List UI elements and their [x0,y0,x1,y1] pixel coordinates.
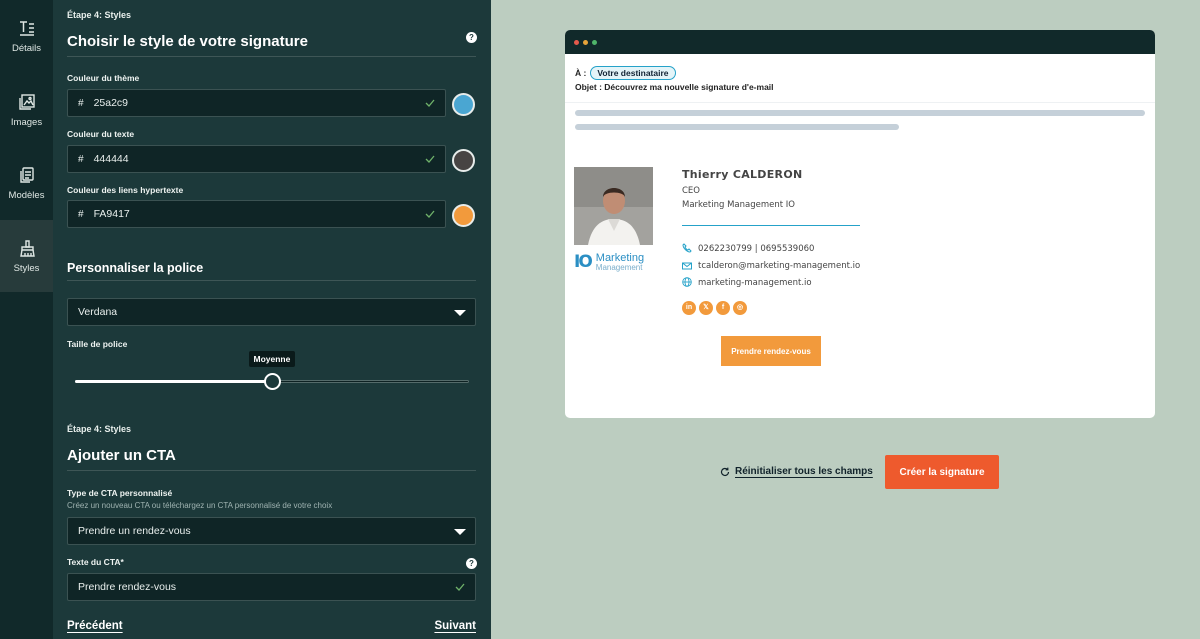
next-link[interactable]: Suivant [434,620,476,632]
link-color-value: FA9417 [93,208,130,220]
cta-text-input[interactable]: Prendre rendez-vous [67,573,476,601]
font-size-label: Taille de police [67,339,128,349]
rail-item-label: Détails [11,42,42,54]
cta-text-value: Prendre rendez-vous [78,581,177,593]
logo-line: Marketing [595,251,645,264]
text-color-value: 444444 [93,153,129,165]
globe-icon [682,277,692,287]
theme-color-swatch[interactable] [452,93,475,116]
linkedin-icon[interactable]: in [682,301,696,315]
placeholder-text-line [575,124,899,130]
rail-item-styles[interactable]: Styles [0,220,53,292]
font-family-value: Verdana [78,306,118,318]
cta-type-label: Type de CTA personnalisé [67,488,173,498]
signature-email[interactable]: tcalderon@marketing-management.io [698,261,860,271]
recipient-row: À : Votre destinataire [575,66,676,80]
form-panel: Étape 4: Styles Choisir le style de votr… [53,0,491,639]
step-label: Étape 4: Styles [67,424,132,434]
font-size-tooltip: Moyenne [248,351,296,367]
reset-fields-label: Réinitialiser tous les champs [735,466,873,477]
logo-line: Management [595,262,643,272]
signature-phones: 0262230799 | 0695539060 [698,244,815,254]
rail-item-models[interactable]: Modèles [0,147,53,219]
previous-link[interactable]: Précédent [67,620,123,632]
theme-color-input[interactable]: # 25a2c9 [67,89,446,117]
placeholder-text-line [575,110,1145,116]
recipient-chip: Votre destinataire [590,66,676,80]
step-label: Étape 4: Styles [67,10,132,20]
text-icon [19,20,34,36]
font-size-slider-fill [75,380,272,383]
phone-icon [682,243,692,253]
logo-mark: IO [574,252,593,272]
help-icon[interactable]: ? [466,558,477,569]
cta-type-select[interactable]: Prendre un rendez-vous [67,517,476,545]
divider [565,102,1155,103]
font-size-slider-handle[interactable] [264,373,281,390]
cta-type-value: Prendre un rendez-vous [78,525,191,537]
company-logo: IO Marketing Management [574,252,644,272]
check-icon [455,583,465,591]
profile-photo [574,167,653,245]
instagram-icon[interactable]: ◎ [733,301,747,315]
signature-cta-button[interactable]: Prendre rendez-vous [721,336,821,366]
font-family-select[interactable]: Verdana [67,298,476,326]
link-color-swatch[interactable] [452,204,475,227]
check-icon [425,210,435,218]
window-minimize-dot [583,40,588,45]
email-preview: À : Votre destinataire Objet : Découvrez… [565,30,1155,418]
rail-item-label: Modèles [8,189,45,201]
signature-role: CEO [682,186,700,196]
hash-label: # [78,97,84,109]
link-color-input[interactable]: # FA9417 [67,200,446,228]
rail-item-details[interactable]: Détails [0,0,53,72]
hash-label: # [78,208,84,220]
mail-icon [682,262,692,270]
subject-line: Objet : Découvrez ma nouvelle signature … [575,82,774,92]
to-label: À : [575,68,587,78]
check-icon [425,155,435,163]
help-icon[interactable]: ? [466,32,477,43]
signature-divider [682,225,860,226]
caret-down-icon [454,529,466,535]
text-color-swatch[interactable] [452,149,475,172]
section-title-styles: Choisir le style de votre signature [67,33,308,50]
reset-fields-link[interactable]: Réinitialiser tous les champs [720,466,873,477]
cta-type-description: Créez un nouveau CTA ou téléchargez un C… [67,501,333,510]
window-titlebar [565,30,1155,54]
hash-label: # [78,153,84,165]
divider [67,56,476,57]
sidebar-rail: Détails Images Modèles Styles [0,0,53,639]
signature-website[interactable]: marketing-management.io [698,278,812,288]
rail-item-images[interactable]: Images [0,74,53,146]
window-close-dot [574,40,579,45]
caret-down-icon [454,310,466,316]
divider [67,470,476,471]
x-twitter-icon[interactable]: 𝕏 [699,301,713,315]
signature-company: Marketing Management IO [682,200,795,210]
create-signature-button[interactable]: Créer la signature [885,455,999,489]
copy-icon [19,166,34,183]
section-title-cta: Ajouter un CTA [67,447,176,464]
brush-icon [19,239,35,257]
theme-color-label: Couleur du thème [67,73,140,83]
font-section-title: Personnaliser la police [67,261,204,275]
cta-text-label: Texte du CTA* [67,557,124,567]
rail-item-label: Images [10,116,43,128]
window-maximize-dot [592,40,597,45]
theme-color-value: 25a2c9 [93,97,129,109]
divider [67,280,476,281]
link-color-label: Couleur des liens hypertexte [67,185,184,195]
signature-name: Thierry CALDERON [682,168,803,181]
check-icon [425,99,435,107]
text-color-label: Couleur du texte [67,129,135,139]
facebook-icon[interactable]: f [716,301,730,315]
refresh-icon [720,467,730,476]
text-color-input[interactable]: # 444444 [67,145,446,173]
rail-item-label: Styles [13,262,40,274]
image-icon [18,93,35,110]
